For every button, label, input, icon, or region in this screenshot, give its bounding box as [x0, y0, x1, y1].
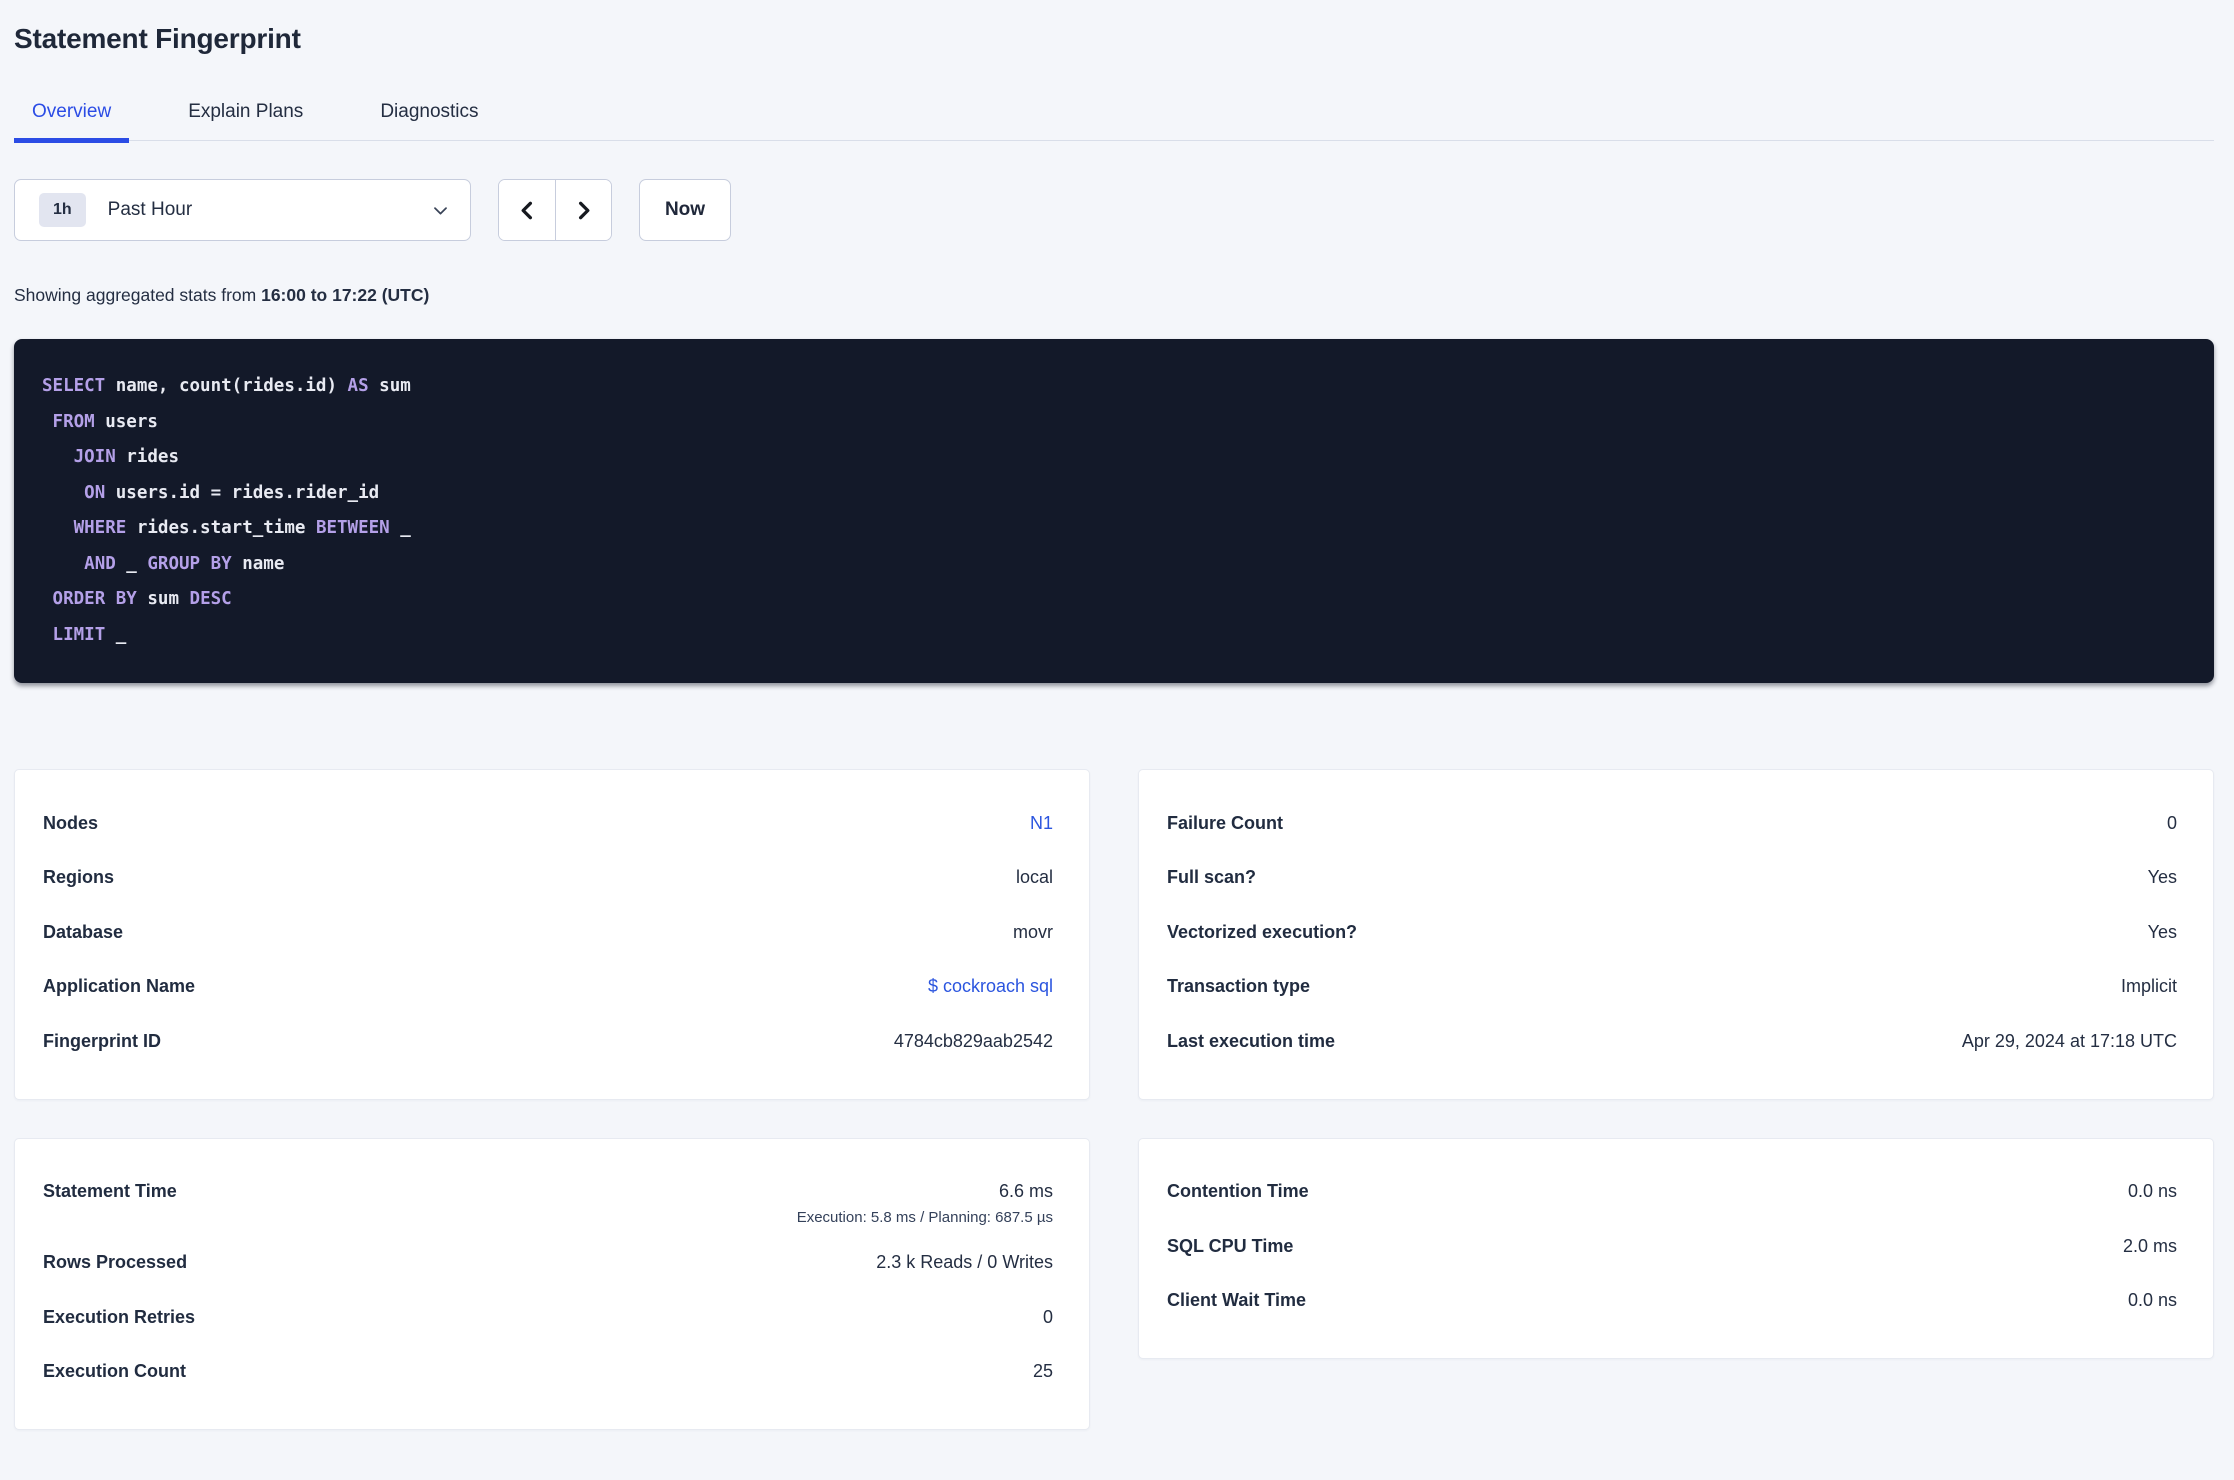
row-label: Application Name	[43, 976, 196, 997]
sql-line: LIMIT _	[52, 624, 127, 645]
row-value: 0.0 ns	[2127, 1181, 2177, 1202]
row-subvalue: Execution: 5.8 ms / Planning: 687.5 µs	[796, 1208, 1053, 1226]
card-execution-attributes: Failure Count 0 Full scan? Yes Vectorized ex…	[1138, 769, 2214, 1100]
chevron-right-icon	[572, 199, 595, 222]
sql-code: SELECT name, count(rides.id) AS sum FROM…	[42, 369, 2186, 653]
time-range-label: Past Hour	[107, 199, 193, 220]
row-label: Contention Time	[1167, 1181, 1309, 1202]
tab-diagnostics[interactable]: Diagnostics	[362, 100, 496, 143]
row-value: 25	[1032, 1361, 1053, 1382]
card-row: Nodes N1	[43, 796, 1053, 851]
row-value: 2.0 ms	[2122, 1235, 2177, 1256]
sql-line: WHERE rides.start_time BETWEEN _	[73, 518, 411, 538]
row-label: Nodes	[43, 812, 99, 833]
row-value: Apr 29, 2024 at 17:18 UTC	[1961, 1030, 2177, 1051]
sql-line: JOIN rides	[73, 447, 179, 467]
card-row: Rows Processed 2.3 k Reads / 0 Writes	[43, 1236, 1053, 1291]
row-label: Execution Count	[43, 1361, 186, 1382]
row-label: SQL CPU Time	[1167, 1235, 1294, 1256]
card-row: Transaction type Implicit	[1167, 960, 2177, 1015]
now-button[interactable]: Now	[639, 179, 731, 241]
card-statement-timing-stats: Statement Time 6.6 ms Execution: 5.8 ms / …	[14, 1137, 1090, 1430]
tab-explain-plans[interactable]: Explain Plans	[170, 100, 321, 143]
row-value: 6.6 ms	[998, 1180, 1053, 1201]
row-label: Statement Time	[43, 1180, 177, 1201]
row-value: Yes	[2147, 867, 2177, 888]
row-label: Full scan?	[1167, 867, 1257, 888]
time-range-dropdown[interactable]: 1h Past Hour	[14, 179, 471, 241]
chevron-down-icon	[431, 201, 450, 220]
row-label: Database	[43, 921, 124, 942]
row-value: Yes	[2147, 921, 2177, 942]
card-row: Fingerprint ID 4784cb829aab2542	[43, 1014, 1053, 1069]
card-row: Contention Time 0.0 ns	[1167, 1165, 2177, 1220]
chevron-left-icon	[516, 199, 539, 222]
time-range-stepper	[498, 179, 612, 241]
row-label: Failure Count	[1167, 812, 1283, 833]
row-label: Regions	[43, 867, 115, 888]
statement-fingerprint-page: Statement Fingerprint Overview Explain Pl…	[0, 22, 2234, 1430]
aggregation-note-range: 16:00 to 17:22 (UTC)	[261, 285, 430, 305]
sql-line: AND _ GROUP BY name	[84, 553, 285, 574]
card-row: SQL CPU Time 2.0 ms	[1167, 1219, 2177, 1274]
aggregation-interval-note: Showing aggregated stats from 16:00 to 1…	[14, 285, 2214, 306]
row-label: Fingerprint ID	[43, 1030, 161, 1051]
cards-grid: Nodes N1 Regions local Database movr Applicati…	[14, 769, 2214, 1430]
sql-line: FROM users	[52, 411, 158, 432]
card-row: Failure Count 0	[1167, 796, 2177, 851]
row-label: Rows Processed	[43, 1252, 188, 1273]
sql-line: ON users.id = rides.rider_id	[84, 482, 380, 503]
row-value: local	[1015, 867, 1053, 888]
row-value: 4784cb829aab2542	[893, 1030, 1053, 1051]
row-value: 2.3 k Reads / 0 Writes	[876, 1252, 1053, 1273]
card-row: Execution Retries 0	[43, 1290, 1053, 1345]
sql-line: ORDER BY sum DESC	[52, 589, 232, 609]
card-row: Execution Count 25	[43, 1345, 1053, 1400]
card-row: Database movr	[43, 905, 1053, 960]
row-value: 0.0 ns	[2127, 1290, 2177, 1311]
row-value: 0	[2166, 812, 2177, 833]
row-label: Transaction type	[1167, 976, 1311, 997]
time-controls: 1h Past Hour Now	[14, 179, 2214, 241]
row-label: Execution Retries	[43, 1306, 196, 1327]
previous-time-range-button[interactable]	[499, 180, 555, 240]
card-row: Vectorized execution? Yes	[1167, 905, 2177, 960]
row-value: movr	[1013, 921, 1053, 942]
aggregation-note-prefix: Showing aggregated stats from	[14, 285, 262, 305]
next-time-range-button[interactable]	[555, 180, 611, 240]
row-label: Client Wait Time	[1167, 1290, 1307, 1311]
row-label: Last execution time	[1167, 1030, 1336, 1051]
page-title: Statement Fingerprint	[14, 23, 301, 54]
row-label: Vectorized execution?	[1167, 921, 1358, 942]
tab-overview[interactable]: Overview	[14, 100, 130, 143]
sql-statement-box: SELECT name, count(rides.id) AS sum FROM…	[14, 339, 2214, 683]
sql-line: SELECT name, count(rides.id) AS sum	[42, 376, 411, 396]
card-row: Regions local	[43, 851, 1053, 906]
tab-bar: Overview Explain Plans Diagnostics	[14, 100, 2214, 143]
card-statement-details: Nodes N1 Regions local Database movr Applicati…	[14, 769, 1090, 1100]
card-row: Full scan? Yes	[1167, 851, 2177, 906]
row-value: 0	[1042, 1306, 1053, 1327]
row-value-link[interactable]: $ cockroach sql	[928, 973, 1053, 1000]
card-row: Statement Time 6.6 ms Execution: 5.8 ms / …	[43, 1165, 1053, 1236]
card-row: Last execution time Apr 29, 2024 at 17:18…	[1167, 1014, 2177, 1069]
row-value: Implicit	[2120, 976, 2177, 997]
card-row: Client Wait Time 0.0 ns	[1167, 1274, 2177, 1329]
row-value-link[interactable]: N1	[1030, 810, 1053, 837]
card-row: Application Name $ cockroach sql	[43, 960, 1053, 1015]
card-wait-time-stats: Contention Time 0.0 ns SQL CPU Time 2.0 ms C…	[1138, 1137, 2214, 1359]
time-interval-badge: 1h	[39, 193, 86, 227]
